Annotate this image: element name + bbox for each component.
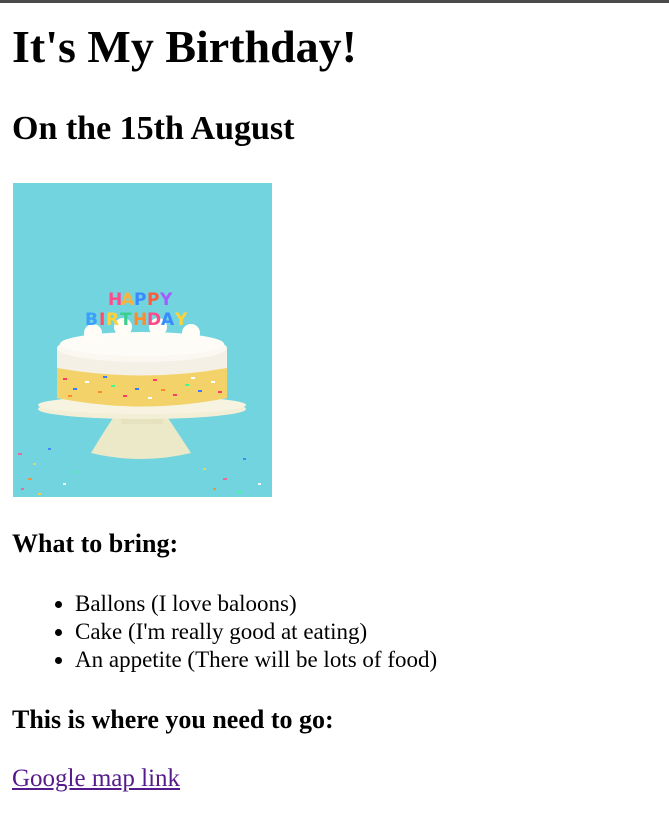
google-map-link[interactable]: Google map link	[12, 764, 180, 794]
page-subtitle: On the 15th August	[12, 110, 295, 147]
svg-text:R: R	[106, 310, 119, 330]
list-item: An appetite (There will be lots of food)	[75, 646, 437, 674]
list-item: Cake (I'm really good at eating)	[75, 618, 437, 646]
svg-text:D: D	[147, 310, 161, 330]
svg-text:T: T	[120, 310, 132, 330]
svg-text:H: H	[133, 310, 147, 330]
where-to-go-heading: This is where you need to go:	[12, 705, 334, 734]
page-title: It's My Birthday!	[12, 21, 357, 72]
svg-text:Y: Y	[174, 310, 188, 330]
what-to-bring-heading: What to bring:	[12, 529, 179, 558]
bring-list: Ballons (I love baloons) Cake (I'm reall…	[12, 590, 437, 674]
svg-text:A: A	[161, 310, 175, 330]
birthday-cake-image: H A P P Y B I R T H D A Y	[13, 183, 272, 497]
svg-text:P: P	[147, 290, 159, 310]
svg-text:Y: Y	[159, 290, 173, 310]
svg-text:I: I	[99, 310, 105, 330]
svg-text:A: A	[121, 290, 135, 310]
window-top-border	[0, 0, 669, 3]
svg-text:B: B	[85, 310, 98, 330]
svg-text:P: P	[134, 290, 146, 310]
list-item: Ballons (I love baloons)	[75, 590, 437, 618]
